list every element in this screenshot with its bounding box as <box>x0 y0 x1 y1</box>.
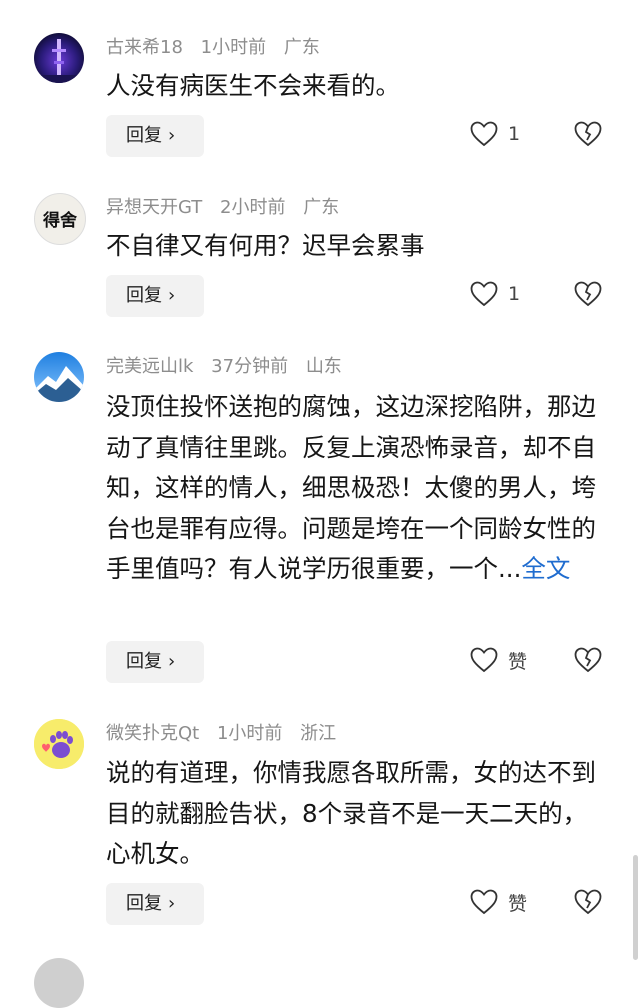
username[interactable]: 异想天开GT <box>106 197 202 218</box>
heart-icon <box>470 121 498 147</box>
dislike-button[interactable] <box>574 113 602 155</box>
location: 广东 <box>283 37 320 58</box>
timestamp: 37分钟前 <box>211 356 289 377</box>
like-label: 赞 <box>508 650 528 673</box>
timestamp: 1小时前 <box>200 37 267 58</box>
comment-meta: 古来希18 1小时前 广东 <box>106 36 332 60</box>
location: 山东 <box>305 356 342 377</box>
heart-icon <box>470 889 498 915</box>
paw-avatar-icon[interactable] <box>34 719 84 769</box>
comment-meta: 完美远山lk 37分钟前 山东 <box>106 355 354 379</box>
heart-icon <box>470 281 498 307</box>
comment-text: 人没有病医生不会来看的。 <box>106 71 400 100</box>
broken-heart-icon <box>574 121 602 147</box>
scrollbar[interactable] <box>633 855 638 960</box>
comment-meta: 异想天开GT 2小时前 广东 <box>106 196 351 220</box>
broken-heart-icon <box>574 647 602 673</box>
mountain-avatar-icon[interactable] <box>34 352 84 402</box>
dislike-button[interactable] <box>574 881 602 923</box>
reply-button[interactable]: 回复 › <box>106 641 204 683</box>
username[interactable]: 微笑扑克Qt <box>106 723 199 744</box>
dislike-button[interactable] <box>574 273 602 315</box>
username[interactable]: 古来希18 <box>106 37 183 58</box>
like-button[interactable]: 1 <box>470 273 520 315</box>
svg-text:得舍: 得舍 <box>42 210 77 231</box>
location: 浙江 <box>300 723 337 744</box>
expand-full-text-link[interactable]: 全文 <box>521 554 570 583</box>
reply-button[interactable]: 回复 › <box>106 275 204 317</box>
reply-button[interactable]: 回复 › <box>106 115 204 157</box>
tower-night-avatar-icon[interactable] <box>34 33 84 83</box>
comment-meta: 微笑扑克Qt 1小时前 浙江 <box>106 722 348 746</box>
dislike-button[interactable] <box>574 639 602 681</box>
timestamp: 1小时前 <box>216 723 283 744</box>
timestamp: 2小时前 <box>220 197 286 218</box>
reply-button[interactable]: 回复 › <box>106 883 204 925</box>
heart-icon <box>470 647 498 673</box>
comment-text: 没顶住投怀送抱的腐蚀，这边深挖陷阱，那边动了真情往里跳。反复上演恐怖录音，却不自… <box>106 392 596 583</box>
broken-heart-icon <box>574 281 602 307</box>
chevron-right-icon: › <box>168 125 176 146</box>
location: 广东 <box>303 197 340 218</box>
like-label: 赞 <box>508 892 528 915</box>
comment-text: 不自律又有何用？迟早会累事 <box>106 231 425 260</box>
chevron-right-icon: › <box>168 651 176 672</box>
like-button[interactable]: 赞 <box>470 881 527 923</box>
comment-text: 说的有道理，你情我愿各取所需，女的达不到目的就翻脸告状，8个录音不是一天二天的，… <box>106 758 596 868</box>
chevron-right-icon: › <box>168 285 176 306</box>
like-button[interactable]: 赞 <box>470 639 527 681</box>
calligraphy-avatar-icon[interactable]: 得舍 <box>34 193 86 245</box>
like-button[interactable]: 1 <box>470 113 520 155</box>
chevron-right-icon: › <box>168 893 176 914</box>
avatar[interactable] <box>34 958 84 1008</box>
like-count: 1 <box>508 123 521 145</box>
like-count: 1 <box>508 283 521 305</box>
username[interactable]: 完美远山lk <box>106 356 193 377</box>
broken-heart-icon <box>574 889 602 915</box>
